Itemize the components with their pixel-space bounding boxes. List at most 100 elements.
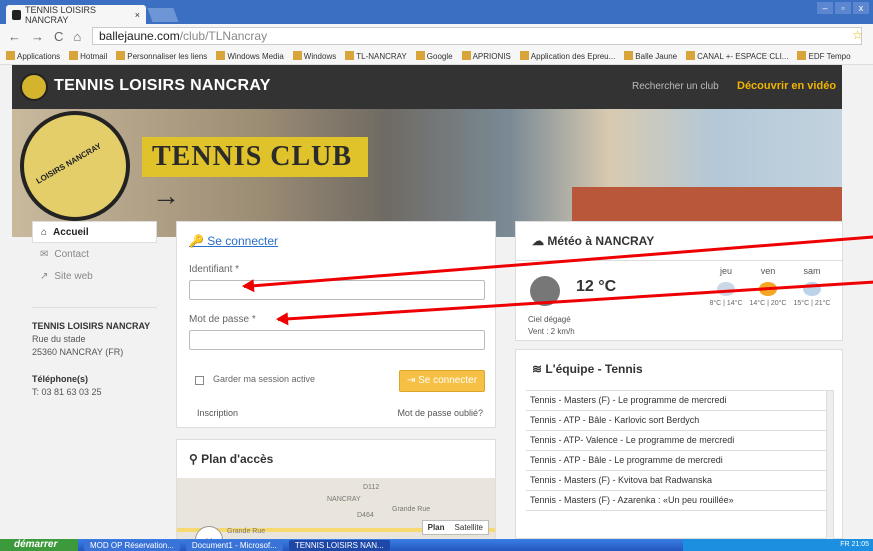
browser-tab[interactable]: TENNIS LOISIRS NANCRAY × <box>6 5 146 25</box>
identifiant-input[interactable] <box>189 280 485 300</box>
browser-tab-strip: TENNIS LOISIRS NANCRAY × – ▫ x <box>0 0 873 25</box>
club-logo[interactable] <box>20 73 48 101</box>
bookmark-star-icon[interactable]: ☆ <box>852 28 863 42</box>
map-type-toggle: Plan Satellite <box>421 520 489 535</box>
sidebar-item-contact[interactable]: ✉ Contact <box>32 243 157 265</box>
bookmark-label: Google <box>426 52 453 61</box>
bookmark-item[interactable]: Hotmail <box>69 51 107 61</box>
back-icon[interactable]: ← <box>8 29 21 44</box>
club-name: TENNIS LOISIRS NANCRAY <box>32 321 151 331</box>
address-line-1: Rue du stade <box>32 334 86 344</box>
url-path: /club/TLNancray <box>179 29 268 43</box>
password-input[interactable] <box>189 330 485 350</box>
login-panel: 🔑 Se connecter Identifiant * Mot de pass… <box>176 221 496 428</box>
bookmark-label: Hotmail <box>80 52 108 61</box>
bookmark-item[interactable]: CANAL +- ESPACE CLI... <box>686 51 788 61</box>
system-tray: FR 21:05 <box>683 539 873 551</box>
map-panel: ⚲ Plan d'accès D112 NANCRAY Grande Rue D… <box>176 439 496 539</box>
cloud-icon: ☁ <box>532 234 548 248</box>
banner-image: LOISIRS NANCRAY TENNIS CLUB → <box>12 109 842 237</box>
map-plan-button[interactable]: Plan <box>423 521 450 534</box>
forecast-day-label: sam <box>803 266 821 276</box>
news-item[interactable]: Tennis - Masters (F) - Kvitova bat Radwa… <box>526 471 826 491</box>
windows-taskbar: démarrer MOD OP Réservation... Document1… <box>0 539 873 551</box>
bookmark-item[interactable]: Applications <box>6 51 60 61</box>
site-title[interactable]: TENNIS LOISIRS NANCRAY <box>54 77 271 95</box>
phone-label: Téléphone(s) <box>32 374 89 384</box>
forward-icon[interactable]: → <box>31 29 44 44</box>
favicon-icon <box>12 9 22 20</box>
start-button[interactable]: démarrer <box>0 539 78 551</box>
news-item[interactable]: Tennis - Masters (F) - Le programme de m… <box>526 391 826 411</box>
map-title-text: Plan d'accès <box>201 452 274 466</box>
map-label: D112 <box>363 484 380 491</box>
bookmark-label: TL-NANCRAY <box>356 52 407 61</box>
bookmark-label: Applications <box>17 52 61 61</box>
bookmark-label: CANAL +- ESPACE CLI... <box>697 52 789 61</box>
bookmark-icon <box>461 51 471 60</box>
weather-title: ☁ Météo à NANCRAY <box>532 234 654 248</box>
taskbar-item[interactable]: TENNIS LOISIRS NAN... <box>288 539 390 551</box>
bookmark-item[interactable]: Application des Epreu... <box>519 51 615 61</box>
map-satellite-button[interactable]: Satellite <box>450 521 488 534</box>
bookmark-item[interactable]: Windows Media <box>216 51 284 61</box>
signup-link[interactable]: Inscription <box>197 408 238 418</box>
mail-icon: ✉ <box>40 248 49 260</box>
search-club-link[interactable]: Rechercher un club <box>632 81 719 92</box>
condition-text: Ciel dégagé <box>528 315 571 324</box>
new-tab-button[interactable] <box>147 8 179 22</box>
remember-label: Garder ma session active <box>213 374 316 384</box>
remember-checkbox[interactable] <box>195 376 204 385</box>
news-item[interactable]: Tennis - ATP - Bâle - Le programme de me… <box>526 451 826 471</box>
weather-panel: ☁ Météo à NANCRAY 12 °C Ciel dégagé Vent … <box>515 221 843 341</box>
news-title-text: L'équipe - Tennis <box>545 362 643 376</box>
close-window-icon[interactable]: x <box>853 2 869 14</box>
sidebar-item-accueil[interactable]: ⌂ Accueil <box>32 221 157 243</box>
news-scrollbar[interactable] <box>826 390 834 539</box>
map-title: ⚲ Plan d'accès <box>189 452 273 466</box>
map-area[interactable]: D112 NANCRAY Grande Rue D464 Grande Rue … <box>177 478 495 539</box>
identifiant-label: Identifiant * <box>189 264 240 275</box>
minimize-icon[interactable]: – <box>817 2 833 14</box>
news-item[interactable]: Tennis - ATP - Bâle - Karlovic sort Berd… <box>526 411 826 431</box>
address-bar-row: ← → C ⌂ ballejaune.com/club/TLNancray ☆ <box>0 24 873 48</box>
url-field[interactable]: ballejaune.com/club/TLNancray <box>92 27 862 45</box>
site-header: TENNIS LOISIRS NANCRAY Rechercher un clu… <box>12 65 842 109</box>
taskbar-item[interactable]: Document1 - Microsof... <box>185 539 283 551</box>
bookmark-item[interactable]: Windows <box>292 51 337 61</box>
login-title-text: Se connecter <box>207 234 278 248</box>
phone-number: T: 03 81 63 03 25 <box>32 387 102 397</box>
sidebar-item-label: Contact <box>54 248 89 260</box>
bookmark-icon <box>519 51 529 60</box>
news-item[interactable]: Tennis - Masters (F) - Azarenka : «Un pe… <box>526 491 826 511</box>
club-seal: LOISIRS NANCRAY <box>20 111 130 221</box>
bookmark-label: EDF Tempo <box>808 52 851 61</box>
video-link[interactable]: Découvrir en vidéo <box>737 80 836 92</box>
bookmark-item[interactable]: TL-NANCRAY <box>345 51 407 61</box>
maximize-icon[interactable]: ▫ <box>835 2 851 14</box>
news-panel: ≋ L'équipe - Tennis Tennis - Masters (F)… <box>515 349 843 539</box>
forgot-password-link[interactable]: Mot de passe oublié? <box>397 408 483 418</box>
taskbar-item[interactable]: MOD OP Réservation... <box>84 539 180 551</box>
login-button[interactable]: ⇥ Se connecter <box>399 370 485 392</box>
bookmark-item[interactable]: EDF Tempo <box>797 51 851 61</box>
bookmark-label: Windows <box>303 52 337 61</box>
bookmark-item[interactable]: Personnaliser les liens <box>116 51 207 61</box>
bookmark-icon <box>116 51 126 60</box>
bookmark-icon <box>624 51 634 60</box>
temperature: 12 °C <box>576 278 617 295</box>
login-button-label: Se connecter <box>418 375 478 386</box>
external-link-icon: ↗ <box>40 270 49 282</box>
news-item[interactable]: Tennis - ATP- Valence - Le programme de … <box>526 431 826 451</box>
home-browser-icon[interactable]: ⌂ <box>73 29 81 44</box>
weather-condition: Ciel dégagé Vent : 2 km/h <box>528 314 575 338</box>
bookmark-item[interactable]: Balle Jaune <box>624 51 677 61</box>
bookmark-item[interactable]: APRIONIS <box>461 51 511 61</box>
sidebar-item-site-web[interactable]: ↗ Site web <box>32 265 157 287</box>
login-title[interactable]: 🔑 Se connecter <box>189 234 278 248</box>
sidebar-divider <box>32 307 157 308</box>
reload-icon[interactable]: C <box>54 29 63 44</box>
close-tab-icon[interactable]: × <box>135 10 140 20</box>
bookmarks-bar: Applications Hotmail Personnaliser les lie… <box>0 48 873 65</box>
bookmark-item[interactable]: Google <box>415 51 453 61</box>
